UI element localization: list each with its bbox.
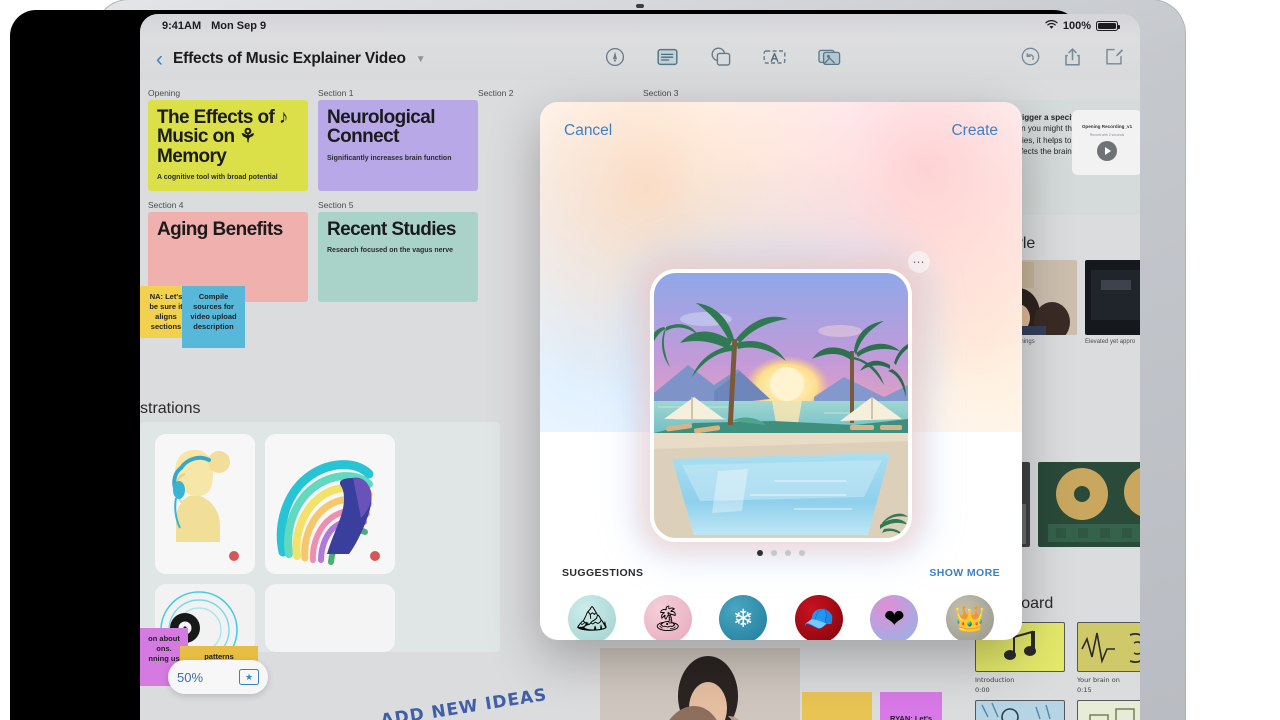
suggestion-winter[interactable]: ❄ Winter: [713, 595, 773, 640]
snowflake-icon: ❄: [719, 595, 767, 640]
card-title: Neurological Connect: [327, 108, 469, 147]
suggestion-beach[interactable]: 🏝 Beach: [638, 595, 698, 640]
card-subtitle: Significantly increases brain function: [327, 155, 469, 164]
section-label-5: Section 5: [318, 200, 353, 210]
text-tool-icon[interactable]: [763, 48, 786, 71]
star-icon[interactable]: ★: [239, 669, 259, 685]
heart-icon: ❤: [870, 595, 918, 640]
handwritten-text: ADD NEW IDEAS: [379, 685, 548, 720]
section-label-3: Section 3: [643, 88, 678, 98]
zoom-control[interactable]: 50% ★: [168, 660, 268, 694]
video-still-thumbnail[interactable]: [600, 648, 800, 720]
storyboard-caption: Introduction: [975, 676, 1014, 684]
sticky-note[interactable]: Compile sources for video upload descrip…: [182, 286, 245, 348]
nav-left-group: ‹ Effects of Music Explainer Video ▼: [156, 49, 426, 70]
page-dot[interactable]: [771, 550, 777, 556]
play-icon[interactable]: [1097, 141, 1117, 161]
chevron-down-icon[interactable]: ▼: [416, 54, 426, 65]
audio-recording-card[interactable]: Opening Recording_v1 Record with 2 secon…: [1072, 110, 1140, 175]
status-bar-right: 100%: [1045, 20, 1118, 33]
zoom-level-label: 50%: [177, 670, 203, 685]
status-time: 9:41AM: [162, 20, 201, 32]
illustration-headphones-woman[interactable]: [155, 434, 255, 574]
canvas-card-opening[interactable]: The Effects of ♪ Music on ⚘ Memory A cog…: [148, 100, 308, 191]
storyboard-frame[interactable]: [975, 700, 1065, 720]
create-button[interactable]: Create: [951, 122, 998, 140]
crown-icon: 👑: [946, 595, 994, 640]
show-more-button[interactable]: SHOW MORE: [929, 567, 1000, 579]
generated-image[interactable]: [650, 269, 912, 542]
section-label-opening: Opening: [148, 88, 180, 98]
sticky-note[interactable]: Try out various: [802, 692, 872, 720]
media-tool-icon[interactable]: [818, 47, 841, 71]
wifi-icon: [1045, 20, 1058, 33]
visual-style-photo-2[interactable]: [1085, 260, 1140, 335]
illustrations-panel[interactable]: [140, 422, 500, 652]
canvas-card-section-1[interactable]: Neurological Connect Significantly incre…: [318, 100, 478, 191]
section-label-4: Section 4: [148, 200, 183, 210]
nav-right-group: [1021, 47, 1124, 72]
image-page-dots[interactable]: [540, 550, 1022, 556]
suggestion-crown[interactable]: 👑 Crown: [940, 595, 1000, 640]
audio-card-title: Opening Recording_v1: [1082, 124, 1132, 130]
illustration-placeholder[interactable]: [265, 584, 395, 652]
status-bar-left: 9:41AM Mon Sep 9: [162, 20, 266, 32]
suggestions-row: 🏔 Mountains 🏝 Beach ❄ Winter 🧢 Baseball …: [540, 595, 1022, 640]
app-nav-bar: ‹ Effects of Music Explainer Video ▼: [140, 38, 1140, 80]
archival-photo-tape-reel[interactable]: [1038, 462, 1140, 547]
storyboard-time: 0:00: [975, 686, 990, 694]
page-dot[interactable]: [757, 550, 763, 556]
mountain-icon: 🏔: [568, 595, 616, 640]
storyboard-frame[interactable]: [1077, 700, 1140, 720]
illustration-rainbow-hair-profile[interactable]: [265, 434, 395, 574]
visual-style-caption-2: Elevated yet appro: [1085, 339, 1135, 345]
notes-tool-icon[interactable]: [657, 48, 678, 71]
battery-icon: [1096, 21, 1118, 31]
draw-tool-icon[interactable]: [605, 47, 625, 72]
ellipsis-icon[interactable]: ⋯: [908, 251, 930, 273]
battery-percent-label: 100%: [1063, 20, 1091, 32]
beach-icon: 🏝: [644, 595, 692, 640]
chevron-left-icon[interactable]: ‹: [156, 49, 163, 70]
cancel-button[interactable]: Cancel: [564, 122, 612, 140]
card-subtitle: Research focused on the vagus nerve: [327, 247, 469, 256]
share-icon[interactable]: [1064, 47, 1081, 72]
suggestions-header: SUGGESTIONS SHOW MORE: [540, 567, 1022, 579]
sticky-note-text: RYAN: Let's use: [884, 714, 938, 720]
section-label-1: Section 1: [318, 88, 353, 98]
image-playground-modal[interactable]: Cancel Create ⋯: [540, 102, 1022, 640]
compose-icon[interactable]: [1105, 47, 1124, 71]
page-dot[interactable]: [799, 550, 805, 556]
undo-icon[interactable]: [1021, 47, 1040, 71]
generated-image-frame: [650, 269, 912, 542]
canvas-card-section-5[interactable]: Recent Studies Research focused on the v…: [318, 212, 478, 302]
storyboard-time: 0:15: [1077, 686, 1092, 694]
front-camera-dot: [636, 4, 644, 8]
handwritten-annotation: ADD NEW IDEAS: [380, 687, 549, 720]
storyboard-caption: Your brain on: [1077, 676, 1120, 684]
nav-tools-group: [426, 47, 1021, 72]
section-label-2: Section 2: [478, 88, 513, 98]
storyboard-frame[interactable]: [1077, 622, 1140, 672]
baseball-cap-icon: 🧢: [795, 595, 843, 640]
card-subtitle: A cognitive tool with broad potential: [157, 174, 299, 183]
card-title: The Effects of ♪ Music on ⚘ Memory: [157, 108, 299, 166]
card-title: Recent Studies: [327, 220, 469, 239]
status-date: Mon Sep 9: [211, 20, 266, 32]
modal-header: Cancel Create: [540, 102, 1022, 160]
sticky-note[interactable]: RYAN: Let's use: [880, 692, 942, 720]
tablet-screen: 9:41AM Mon Sep 9 100% ‹ Effects of Music…: [140, 14, 1140, 720]
suggestion-baseball-cap[interactable]: 🧢 Baseball Cap: [789, 595, 849, 640]
shapes-tool-icon[interactable]: [710, 47, 731, 71]
suggestions-title: SUGGESTIONS: [562, 567, 643, 579]
card-title: Aging Benefits: [157, 220, 299, 239]
page-title: Effects of Music Explainer Video: [173, 50, 406, 68]
illustrations-title: strations: [140, 400, 200, 418]
suggestion-love[interactable]: ❤ Love: [864, 595, 924, 640]
suggestion-mountains[interactable]: 🏔 Mountains: [562, 595, 622, 640]
audio-card-subtitle: Record with 2 seconds: [1090, 133, 1124, 137]
page-dot[interactable]: [785, 550, 791, 556]
status-bar: 9:41AM Mon Sep 9 100%: [140, 14, 1140, 38]
